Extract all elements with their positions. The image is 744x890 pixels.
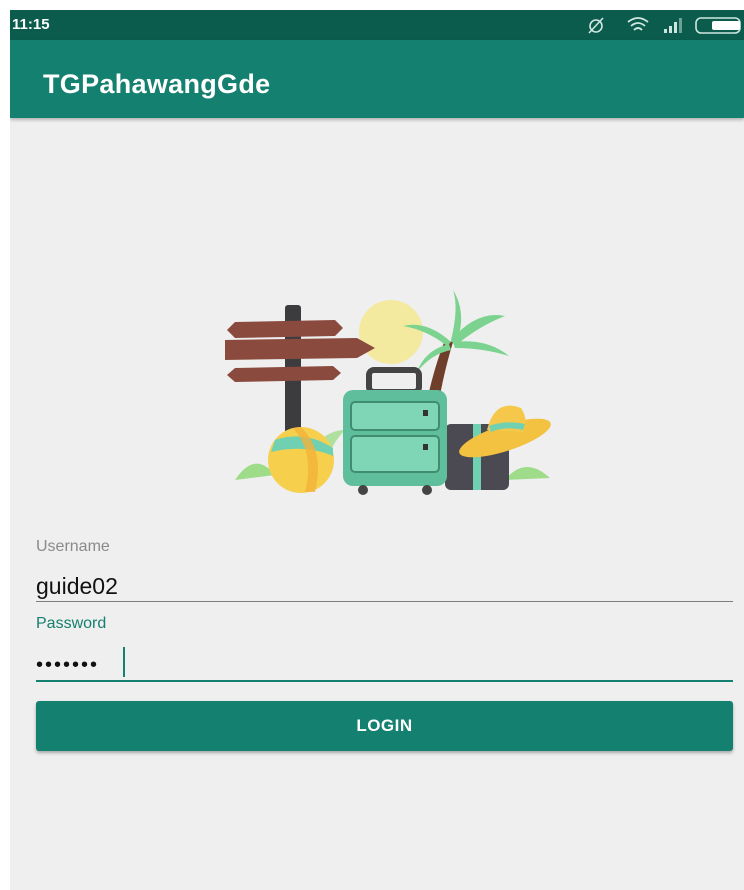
password-underline: [36, 680, 733, 682]
password-label: Password: [36, 615, 107, 632]
signpost-icon: [225, 320, 375, 382]
login-button[interactable]: LOGIN: [36, 701, 733, 751]
alarm-icon: [588, 17, 604, 34]
travel-illustration: [225, 290, 551, 495]
app-title: TGPahawangGde: [43, 69, 271, 99]
username-label: Username: [36, 538, 110, 555]
status-icons: [588, 17, 741, 34]
sun-icon: [359, 300, 423, 364]
username-underline: [36, 601, 733, 602]
signal-icon: [664, 18, 682, 33]
status-bar: 11:15: [10, 10, 744, 40]
suitcase-handle: [366, 367, 422, 395]
app-bar: TGPahawangGde: [10, 40, 744, 118]
screen: 11:15 TGPahawangGde Username guide02 Pas…: [10, 10, 744, 890]
password-input[interactable]: [36, 650, 733, 680]
beach-ball-icon: [268, 427, 334, 493]
text-cursor: [123, 647, 125, 677]
username-input[interactable]: [36, 570, 733, 602]
status-time: 11:15: [12, 16, 50, 33]
wifi-icon: [627, 17, 649, 31]
battery-icon: [695, 17, 741, 34]
